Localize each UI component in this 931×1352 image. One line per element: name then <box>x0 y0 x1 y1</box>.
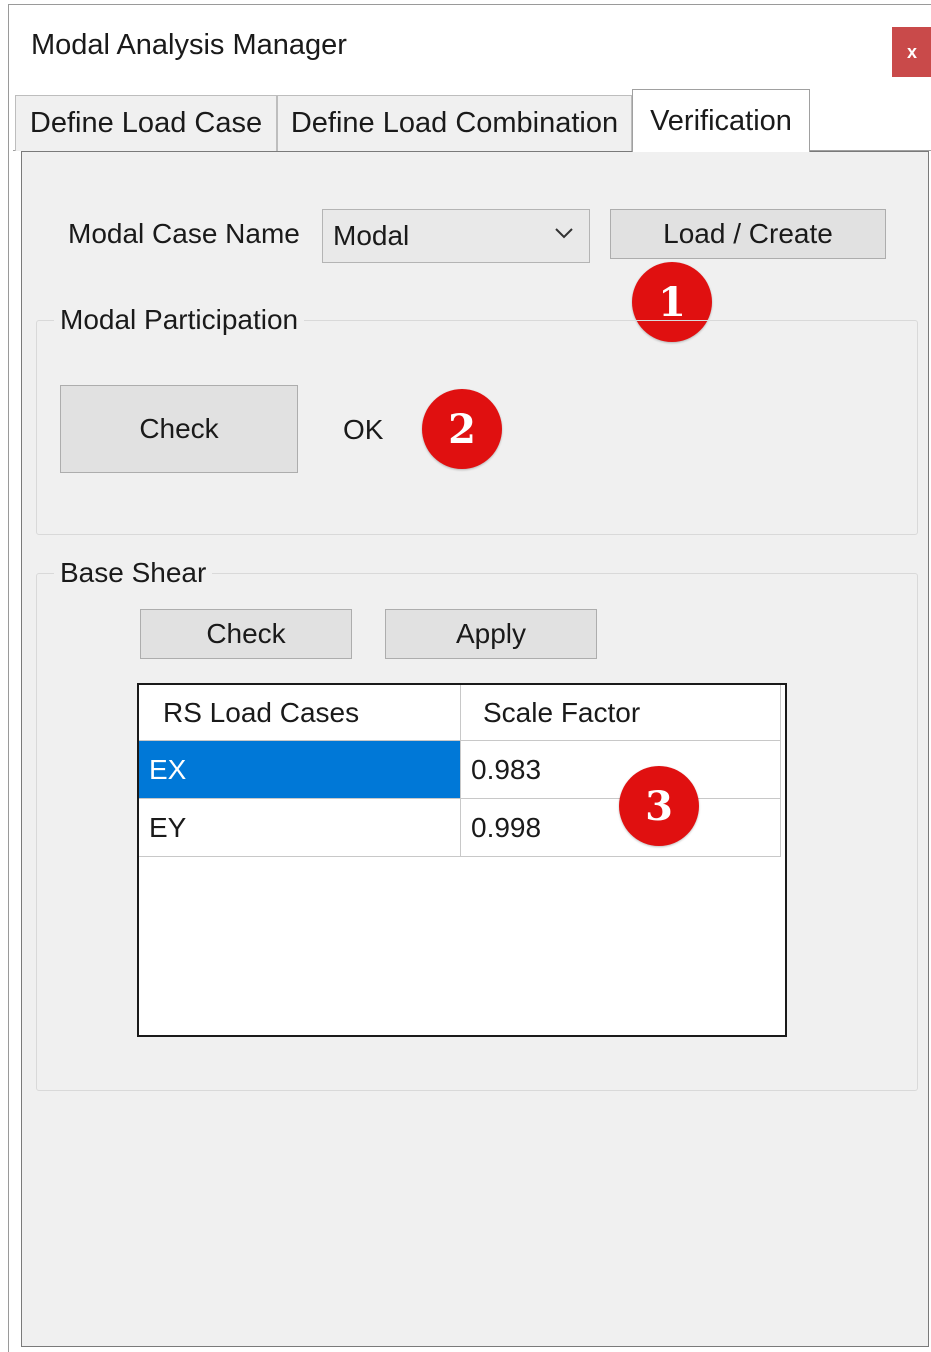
tab-label: Define Load Case <box>29 107 263 139</box>
tab-define-load-combination[interactable]: Define Load Combination <box>277 95 632 151</box>
modal-analysis-manager-window: Modal Analysis Manager x Define Load Cas… <box>8 4 931 1352</box>
tab-verification[interactable]: Verification <box>632 89 810 152</box>
apply-label: Apply <box>455 618 527 649</box>
badge-number: 2 <box>448 405 476 453</box>
badge-number: 3 <box>645 782 673 830</box>
check-label: Check <box>139 413 219 444</box>
load-create-label: Load / Create <box>663 218 833 249</box>
close-button[interactable]: x <box>892 27 931 77</box>
rs-load-cases-table[interactable]: RS Load Cases Scale Factor EX 0.983 EY 0… <box>137 683 787 1037</box>
modal-participation-status: OK <box>343 414 384 445</box>
base-shear-title: Base Shear <box>54 557 213 589</box>
annotation-badge-2: 2 <box>422 389 502 469</box>
tab-label: Define Load Combination <box>290 107 619 139</box>
column-header-rs-load-cases[interactable]: RS Load Cases <box>139 685 461 741</box>
tab-label: Verification <box>650 104 792 137</box>
verification-panel: Modal Case Name Modal Load / Create 1 Mo… <box>21 151 929 1347</box>
modal-participation-check-button[interactable]: Check <box>60 385 298 473</box>
load-case-cell[interactable]: EY <box>139 799 461 857</box>
load-case-cell[interactable]: EX <box>139 741 461 799</box>
column-header-scale-factor[interactable]: Scale Factor <box>461 685 781 741</box>
base-shear-apply-button[interactable]: Apply <box>385 609 597 659</box>
window-title: Modal Analysis Manager <box>31 29 347 61</box>
modal-case-dropdown[interactable]: Modal <box>322 209 590 263</box>
title-bar: Modal Analysis Manager x <box>9 5 931 85</box>
modal-case-name-label: Modal Case Name <box>68 218 300 249</box>
load-create-button[interactable]: Load / Create <box>610 209 886 259</box>
tab-strip: Define Load Case Define Load Combination… <box>13 89 931 152</box>
check-label: Check <box>206 618 286 649</box>
close-icon: x <box>906 41 917 62</box>
tab-define-load-case[interactable]: Define Load Case <box>15 95 277 151</box>
modal-case-selected-value: Modal <box>333 220 410 251</box>
table-header: RS Load Cases Scale Factor <box>139 685 783 741</box>
base-shear-check-button[interactable]: Check <box>140 609 352 659</box>
modal-participation-title: Modal Participation <box>54 304 305 336</box>
annotation-badge-3: 3 <box>619 766 699 846</box>
chevron-down-icon <box>555 228 573 239</box>
badge-number: 1 <box>658 278 686 326</box>
